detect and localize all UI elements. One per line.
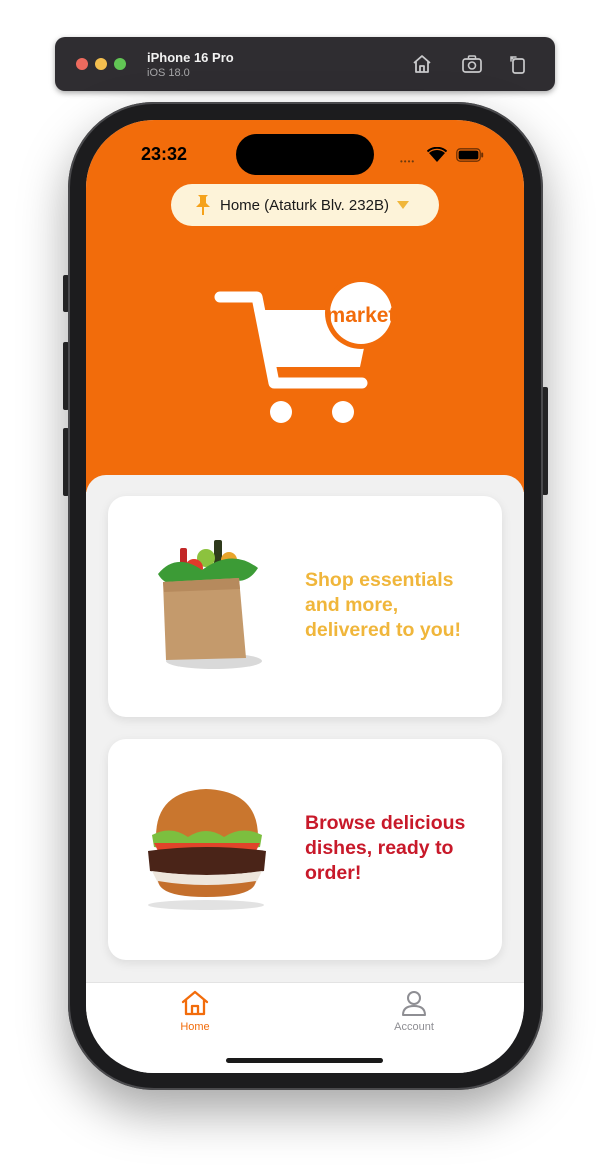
grocery-bag-image bbox=[158, 540, 262, 669]
market-logo: market bbox=[214, 277, 397, 423]
zoom-window-button[interactable] bbox=[114, 58, 126, 70]
tab-home[interactable]: Home bbox=[150, 989, 240, 1039]
home-indicator bbox=[226, 1058, 383, 1063]
screenshot-icon bbox=[462, 55, 482, 73]
food-card[interactable]: Browse delicious dishes, ready to order! bbox=[108, 739, 502, 960]
account-icon bbox=[402, 991, 426, 1016]
market-card-text: Shop essentials and more, delivered to y… bbox=[305, 569, 462, 641]
phone-screen: 23:32 •••• Home (Ataturk Blv. 232B) mark… bbox=[86, 120, 524, 1073]
tab-account-label: Account bbox=[394, 1021, 434, 1033]
address-selector[interactable]: Home (Ataturk Blv. 232B) bbox=[171, 184, 439, 226]
simulator-os-version: iOS 18.0 bbox=[147, 67, 190, 79]
tab-bar: Home Account bbox=[86, 982, 524, 1073]
pin-icon bbox=[196, 195, 210, 215]
minimize-window-button[interactable] bbox=[95, 58, 107, 70]
simulator-toolbar: iPhone 16 Pro iOS 18.0 bbox=[55, 37, 555, 91]
chevron-down-icon bbox=[396, 201, 409, 209]
rotate-icon bbox=[510, 56, 525, 74]
close-window-button[interactable] bbox=[76, 58, 88, 70]
content-area: Shop essentials and more, delivered to y… bbox=[86, 475, 524, 985]
market-card[interactable]: Shop essentials and more, delivered to y… bbox=[108, 496, 502, 717]
dynamic-island bbox=[236, 134, 374, 175]
cellular-icon: •••• bbox=[400, 157, 416, 166]
home-icon bbox=[181, 990, 209, 1016]
battery-icon bbox=[456, 148, 484, 162]
simulator-rotate-button[interactable] bbox=[505, 51, 531, 77]
home-icon bbox=[413, 55, 431, 73]
address-label: Home (Ataturk Blv. 232B) bbox=[220, 196, 389, 214]
simulator-screenshot-button[interactable] bbox=[459, 51, 485, 77]
tab-account[interactable]: Account bbox=[369, 989, 459, 1039]
food-card-text: Browse delicious dishes, ready to order! bbox=[305, 812, 466, 884]
status-time: 23:32 bbox=[141, 144, 188, 164]
tab-home-label: Home bbox=[180, 1021, 210, 1033]
logo-badge-text: market bbox=[327, 304, 396, 327]
simulator-home-button[interactable] bbox=[409, 51, 435, 77]
wifi-icon bbox=[427, 147, 447, 162]
header: 23:32 •••• Home (Ataturk Blv. 232B) mark… bbox=[86, 120, 524, 492]
burger-image bbox=[148, 789, 266, 910]
simulator-device-name: iPhone 16 Pro bbox=[147, 50, 234, 65]
